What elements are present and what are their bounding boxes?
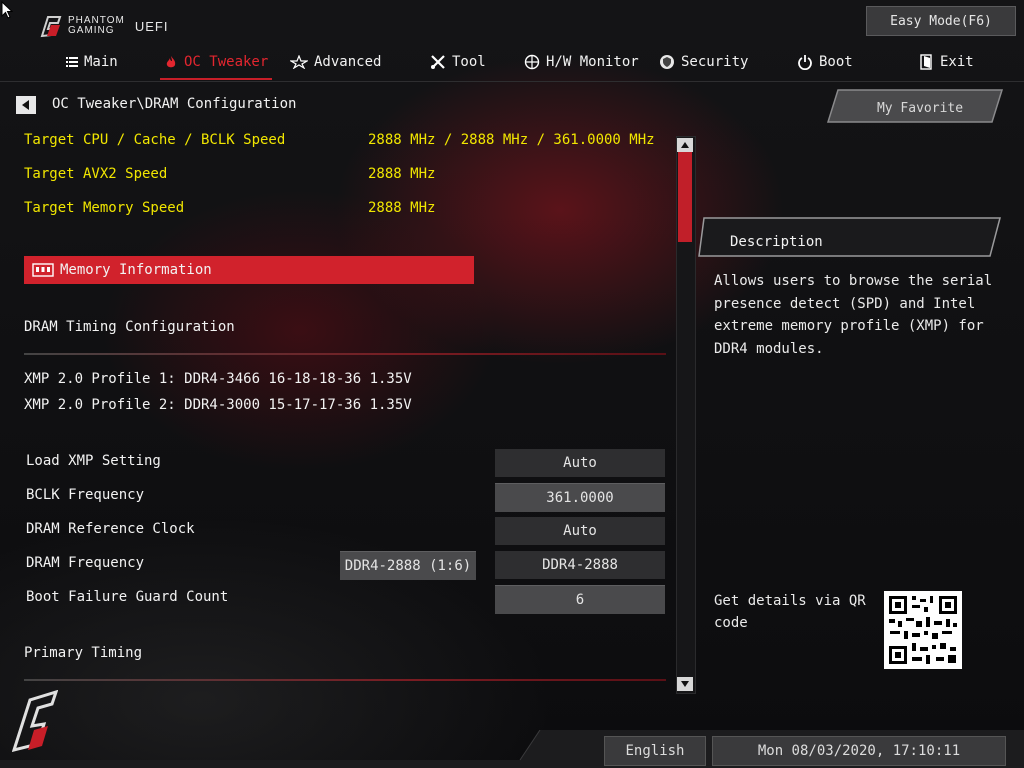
flame-icon <box>166 56 176 68</box>
boot-failure-guard-count-label: Boot Failure Guard Count <box>26 589 229 605</box>
description-text: Allows users to browse the serial presen… <box>714 273 993 357</box>
tab-boot[interactable]: Boot <box>797 46 853 78</box>
section-divider-2 <box>24 679 666 681</box>
star-icon <box>290 55 308 69</box>
xmp-profile-1: XMP 2.0 Profile 1: DDR4-3466 16-18-18-36… <box>24 371 412 387</box>
qr-details-text: Get details via QR code <box>714 593 866 631</box>
target-cpu-value: 2888 MHz / 2888 MHz / 361.0000 MHz <box>368 132 655 148</box>
primary-timing-section-title: Primary Timing <box>24 645 143 661</box>
tab-hw-monitor-label: H/W Monitor <box>546 54 639 70</box>
language-button[interactable]: English <box>604 736 706 766</box>
tab-advanced[interactable]: Advanced <box>290 46 381 78</box>
triangle-up-icon <box>681 142 689 148</box>
tab-boot-label: Boot <box>819 54 853 70</box>
tab-main[interactable]: Main <box>66 46 118 78</box>
bclk-frequency-label: BCLK Frequency <box>26 487 145 503</box>
shield-icon <box>660 55 674 69</box>
dram-timing-section-title: DRAM Timing Configuration <box>24 319 235 335</box>
crosshair-icon <box>524 54 540 70</box>
dram-frequency-current: DDR4-2888 (1:6) <box>340 551 476 580</box>
description-title: Description <box>730 234 823 250</box>
dram-frequency-label: DRAM Frequency <box>26 555 145 571</box>
tab-tool-label: Tool <box>452 54 486 70</box>
brand-line2: GAMING <box>68 25 115 36</box>
target-avx2-label: Target AVX2 Speed <box>24 166 168 182</box>
load-xmp-setting-select[interactable]: Auto <box>495 449 665 477</box>
description-header: Description <box>698 217 1001 257</box>
triangle-down-icon <box>681 681 689 687</box>
tab-exit-label: Exit <box>940 54 974 70</box>
nav-divider <box>0 81 1024 82</box>
brand-product: UEFI <box>134 18 169 34</box>
memory-information-label: Memory Information <box>60 262 212 278</box>
power-icon <box>798 55 812 70</box>
dram-reference-clock-select[interactable]: Auto <box>495 517 665 545</box>
load-xmp-setting-label: Load XMP Setting <box>26 453 161 469</box>
target-avx2-value: 2888 MHz <box>368 166 436 182</box>
section-divider <box>24 353 666 355</box>
target-memory-label: Target Memory Speed <box>24 200 185 216</box>
exit-icon <box>920 54 932 70</box>
main-nav: Main OC Tweaker Advanced Tool H/W Monito… <box>0 46 1024 80</box>
triangle-left-icon <box>22 100 29 110</box>
xmp-profile-2: XMP 2.0 Profile 2: DDR4-3000 15-17-17-36… <box>24 397 412 413</box>
boot-failure-guard-count-input[interactable]: 6 <box>495 585 665 614</box>
tab-advanced-label: Advanced <box>314 54 382 70</box>
datetime-display: Mon 08/03/2020, 17:10:11 <box>712 736 1006 766</box>
my-favorite-button[interactable]: My Favorite <box>826 88 1004 124</box>
mouse-cursor-icon <box>1 1 13 19</box>
tab-hw-monitor[interactable]: H/W Monitor <box>524 46 639 78</box>
dram-frequency-select[interactable]: DDR4-2888 <box>495 551 665 579</box>
back-button[interactable] <box>16 96 36 114</box>
scroll-down-button[interactable] <box>677 677 693 691</box>
tab-oc-tweaker[interactable]: OC Tweaker <box>159 46 273 80</box>
phantom-gaming-logo-icon <box>40 16 62 38</box>
list-icon <box>66 57 78 67</box>
scroll-up-button[interactable] <box>677 138 693 152</box>
brand-logo: PHANTOM GAMING UEFI <box>38 14 168 38</box>
breadcrumb: OC Tweaker\DRAM Configuration <box>52 96 297 112</box>
target-memory-value: 2888 MHz <box>368 200 436 216</box>
easy-mode-button[interactable]: Easy Mode(F6) <box>866 6 1016 36</box>
tools-icon <box>431 55 445 69</box>
dram-reference-clock-label: DRAM Reference Clock <box>26 521 195 537</box>
tab-main-label: Main <box>84 54 118 70</box>
memory-information-item[interactable]: Memory Information <box>24 256 474 284</box>
tab-security[interactable]: Security <box>659 46 748 78</box>
tab-tool[interactable]: Tool <box>430 46 486 78</box>
bclk-frequency-input[interactable]: 361.0000 <box>495 483 665 512</box>
scrollbar-thumb[interactable] <box>678 152 692 242</box>
tab-security-label: Security <box>681 54 749 70</box>
memory-module-icon <box>32 263 54 277</box>
qr-code-icon <box>884 591 962 669</box>
target-cpu-label: Target CPU / Cache / BCLK Speed <box>24 132 286 148</box>
my-favorite-label: My Favorite <box>877 101 963 116</box>
tab-exit[interactable]: Exit <box>920 46 974 78</box>
phantom-gaming-corner-logo-icon <box>12 690 58 753</box>
tab-oc-tweaker-label: OC Tweaker <box>184 54 269 70</box>
